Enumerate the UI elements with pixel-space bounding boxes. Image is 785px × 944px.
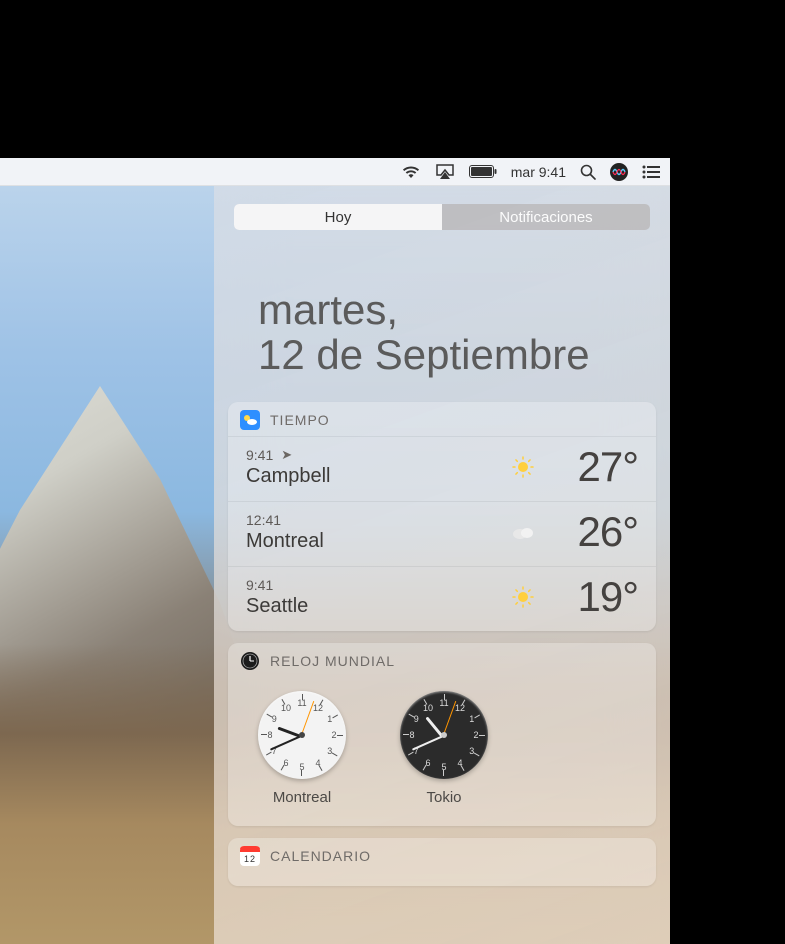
date-line-2: 12 de Septiembre	[258, 332, 640, 378]
clock-item[interactable]: 121234567891011 Montreal	[258, 691, 346, 806]
weather-temp: 26°	[548, 508, 638, 556]
menu-bar: mar 9:41	[0, 158, 670, 186]
weather-time: 12:41	[246, 512, 281, 528]
tab-today-label: Hoy	[325, 209, 352, 226]
date-line-1: martes,	[258, 288, 640, 332]
weather-temp: 27°	[548, 443, 638, 491]
calendar-app-icon: 12	[240, 846, 260, 866]
world-clock-widget[interactable]: RELOJ MUNDIAL 121234567891011 Montreal 1…	[228, 643, 656, 826]
cloudy-icon	[506, 523, 540, 541]
sunny-icon	[506, 456, 540, 478]
weather-city: Montreal	[246, 530, 506, 553]
location-icon: ➤	[281, 447, 292, 463]
tab-notifications-label: Notificaciones	[499, 209, 592, 226]
calendar-header: 12 CALENDARIO	[228, 838, 656, 886]
battery-icon[interactable]	[469, 165, 497, 178]
weather-app-icon	[240, 410, 260, 430]
world-clock-header: RELOJ MUNDIAL	[228, 643, 656, 677]
date-heading: martes, 12 de Septiembre	[258, 288, 640, 378]
clock-city-label: Tokio	[426, 789, 461, 806]
notification-center-panel: Hoy Notificaciones martes, 12 de Septiem…	[214, 186, 670, 944]
menubar-datetime[interactable]: mar 9:41	[511, 164, 566, 180]
wifi-icon[interactable]	[401, 165, 421, 179]
clock-face: 121234567891011	[258, 691, 346, 779]
weather-time: 9:41	[246, 577, 273, 593]
weather-row[interactable]: 9:41 Seattle 19°	[228, 566, 656, 631]
tab-switcher: Hoy Notificaciones	[234, 204, 650, 230]
weather-city: Campbell	[246, 465, 506, 488]
clock-city-label: Montreal	[273, 789, 331, 806]
clock-app-icon	[240, 651, 260, 671]
notification-center-icon[interactable]	[642, 165, 660, 179]
weather-time: 9:41	[246, 447, 273, 463]
clock-face: 121234567891011	[400, 691, 488, 779]
clock-item[interactable]: 121234567891011 Tokio	[400, 691, 488, 806]
weather-temp: 19°	[548, 573, 638, 621]
weather-widget[interactable]: TIEMPO 9:41 ➤ Campbell 27°	[228, 402, 656, 631]
calendar-widget[interactable]: 12 CALENDARIO	[228, 838, 656, 886]
spotlight-icon[interactable]	[580, 164, 596, 180]
weather-widget-title: TIEMPO	[270, 412, 330, 428]
airplay-icon[interactable]	[435, 164, 455, 180]
tab-notifications[interactable]: Notificaciones	[442, 204, 650, 230]
weather-row[interactable]: 12:41 Montreal 26°	[228, 501, 656, 566]
svg-text:12: 12	[244, 854, 256, 864]
sunny-icon	[506, 586, 540, 608]
calendar-title: CALENDARIO	[270, 848, 371, 864]
weather-city: Seattle	[246, 595, 506, 618]
world-clock-title: RELOJ MUNDIAL	[270, 653, 395, 669]
weather-row[interactable]: 9:41 ➤ Campbell 27°	[228, 436, 656, 501]
tab-today[interactable]: Hoy	[234, 204, 442, 230]
siri-icon[interactable]	[610, 163, 628, 181]
weather-widget-header: TIEMPO	[228, 402, 656, 436]
